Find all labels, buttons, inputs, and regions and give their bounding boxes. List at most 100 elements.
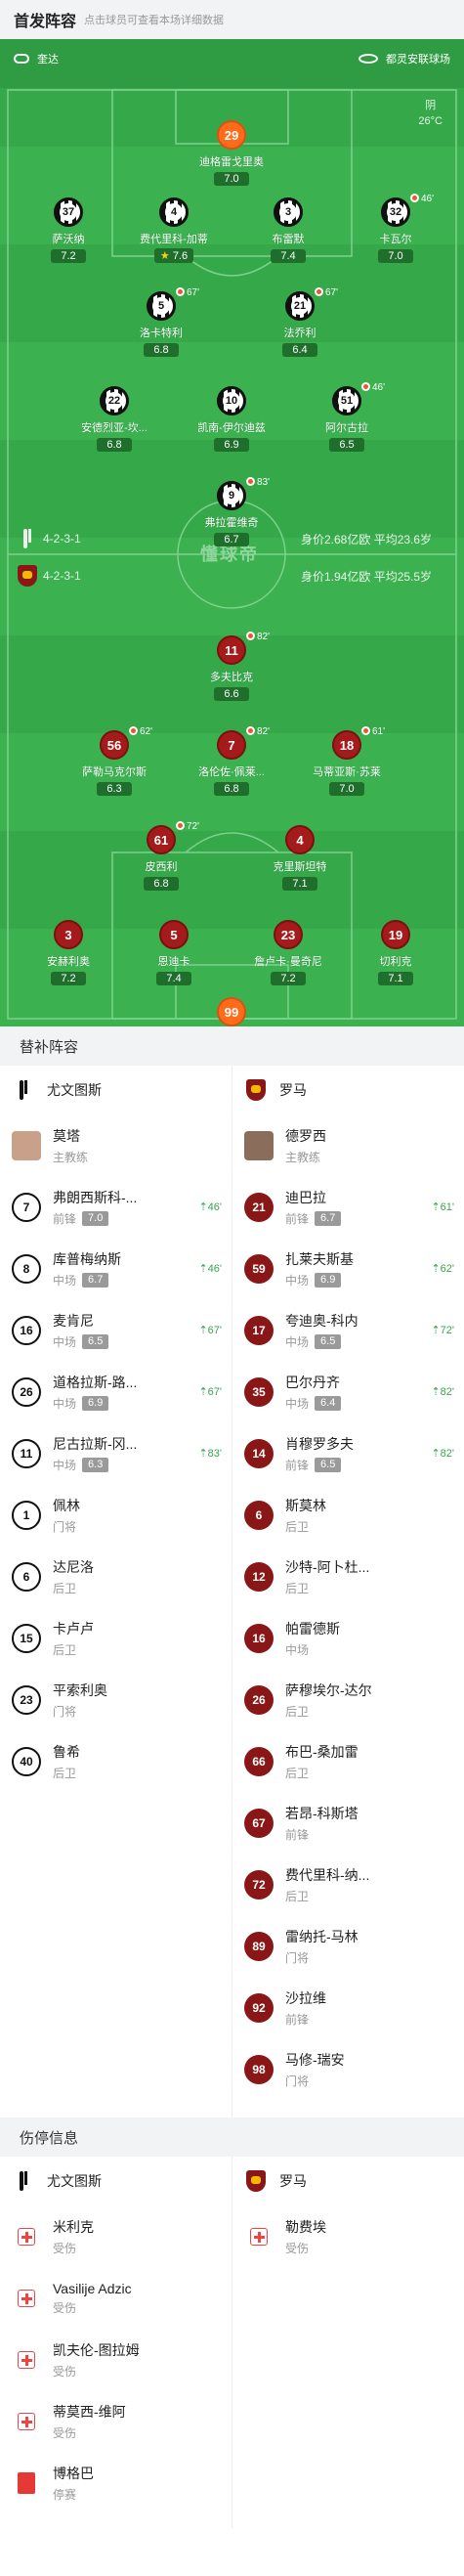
player-position: 中场: [53, 1396, 77, 1411]
player-away[interactable]: 19 切利克 7.1: [342, 920, 449, 986]
shirt-number: 22: [100, 386, 129, 415]
shirt-number: 59: [244, 1253, 274, 1284]
player-home[interactable]: 5 洛卡特利 6.8 67': [107, 287, 215, 358]
player-rating: 6.5: [82, 1333, 109, 1349]
section-title: 首发阵容: [14, 14, 77, 30]
shirt-number: 12: [244, 1561, 274, 1592]
sub-player[interactable]: 98 马修-瑞安 门将: [232, 2038, 464, 2100]
player-rating: 6.8: [214, 782, 249, 796]
shirt-number: 26: [12, 1376, 41, 1407]
player-rating: 6.3: [97, 782, 132, 796]
player-home[interactable]: 3 布雷默 7.4: [234, 197, 342, 264]
player-name: 沙特-阿卜杜...: [285, 1558, 370, 1575]
player-home[interactable]: 10 凯南-伊尔迪兹 6.9: [178, 386, 285, 453]
player-home[interactable]: 32 卡瓦尔 7.0 46': [342, 194, 449, 264]
player-position: 后卫: [53, 1581, 77, 1595]
shirt-number: 72: [244, 1869, 274, 1899]
sub-player[interactable]: 6 达尼洛 后卫: [0, 1546, 232, 1607]
sub-player[interactable]: 16 麦肯尼 中场 6.5 ⇡67': [0, 1299, 232, 1361]
player-position: 中场: [53, 1334, 77, 1349]
player-name: 布雷默: [272, 234, 305, 245]
injured-player[interactable]: 博格巴 停赛: [0, 2452, 232, 2513]
player-name: 卡卢卢: [53, 1620, 94, 1637]
injured-player[interactable]: 勒费埃 受伤: [232, 2205, 464, 2267]
sub-player[interactable]: 6 斯莫林 后卫: [232, 1484, 464, 1546]
player-name: 帕雷德斯: [285, 1620, 340, 1637]
sub-player[interactable]: 26 萨穆埃尔-达尔 后卫: [232, 1669, 464, 1730]
sub-player[interactable]: 12 沙特-阿卜杜... 后卫: [232, 1546, 464, 1607]
away-coach[interactable]: 德罗西 主教练: [232, 1114, 464, 1176]
player-away[interactable]: 56 萨勒马克尔斯 6.3 62': [61, 726, 168, 797]
sub-off-icon: 83': [246, 477, 270, 488]
player-rating: 7.0: [214, 172, 249, 186]
injured-player[interactable]: Vasilije Adzic 受伤: [0, 2267, 232, 2329]
player-name: 法乔利: [283, 327, 316, 339]
player-home[interactable]: 37 萨沃纳 7.2: [15, 197, 122, 264]
player-home[interactable]: 4 费代里科-加蒂 ★ 7.6: [120, 197, 228, 264]
player-away[interactable]: 4 克里斯坦特 7.1: [246, 825, 354, 892]
sub-player[interactable]: 8 库普梅纳斯 中场 6.7 ⇡46': [0, 1238, 232, 1299]
home-team-row: 4-2-3-1 身价2.68亿欧 平均23.6岁: [18, 528, 432, 549]
injury-icon: [18, 2289, 35, 2307]
sub-off-icon: 82': [246, 632, 270, 642]
sub-player[interactable]: 59 扎莱夫斯基 中场 6.9 ⇡62': [232, 1238, 464, 1299]
sub-off-icon: 46': [410, 194, 434, 204]
shirt-number: 35: [244, 1376, 274, 1407]
away-injuries: 罗马 勒费埃 受伤: [232, 2157, 464, 2267]
shirt-number: 17: [244, 1315, 274, 1345]
sub-player[interactable]: 11 尼古拉斯-冈... 中场 6.3 ⇡83': [0, 1422, 232, 1484]
player-name: 马蒂亚斯·苏莱: [313, 766, 381, 778]
sub-player[interactable]: 16 帕雷德斯 中场: [232, 1607, 464, 1669]
player-away[interactable]: 61 皮西利 6.8 72': [107, 821, 215, 892]
venue: 都灵安联球场: [359, 51, 450, 66]
player-home[interactable]: 51 阿尔古拉 6.5 46': [293, 382, 401, 453]
player-rating: 6.9: [214, 438, 249, 452]
sub-player[interactable]: 1 佩林 门将: [0, 1484, 232, 1546]
sub-player[interactable]: 67 若昂-科斯塔 前锋: [232, 1792, 464, 1854]
sub-player[interactable]: 23 平索利奥 门将: [0, 1669, 232, 1730]
player-name: 费代里科-加蒂: [140, 234, 208, 245]
sub-on-icon: ⇡83': [198, 1448, 222, 1460]
player-name: 马修-瑞安: [285, 2051, 345, 2068]
player-name: 安德烈亚-坎...: [81, 422, 148, 434]
player-rating: 7.1: [378, 972, 413, 985]
sub-player[interactable]: 21 迪巴拉 前锋 6.7 ⇡61': [232, 1176, 464, 1238]
injury-status: 受伤: [53, 2300, 77, 2315]
player-home[interactable]: 22 安德烈亚-坎... 6.8: [61, 386, 168, 453]
sub-player[interactable]: 89 雷纳托-马林 门将: [232, 1915, 464, 1977]
player-away[interactable]: 11 多夫比克 6.6 82': [178, 632, 285, 702]
sub-player[interactable]: 14 肖穆罗多夫 前锋 6.5 ⇡82': [232, 1422, 464, 1484]
player-home[interactable]: 29 迪格雷戈里奥 7.0: [178, 120, 285, 187]
injured-player[interactable]: 米利克 受伤: [0, 2205, 232, 2267]
player-position: 后卫: [53, 1766, 77, 1780]
sub-player[interactable]: 15 卡卢卢 后卫: [0, 1607, 232, 1669]
sub-player[interactable]: 66 布巴-桑加雷 后卫: [232, 1730, 464, 1792]
player-home[interactable]: 21 法乔利 6.4 67': [246, 287, 354, 358]
injured-player[interactable]: 蒂莫西-维阿 受伤: [0, 2390, 232, 2452]
sub-player[interactable]: 92 沙拉维 前锋: [232, 1977, 464, 2038]
shirt-number: 98: [244, 2054, 274, 2084]
sub-player[interactable]: 35 巴尔丹齐 中场 6.4 ⇡82': [232, 1361, 464, 1422]
player-home[interactable]: 9 弗拉霍维奇 6.7 83': [178, 477, 285, 547]
injury-status: 受伤: [285, 2241, 310, 2255]
sub-player[interactable]: 26 道格拉斯-路... 中场 6.9 ⇡67': [0, 1361, 232, 1422]
home-coach[interactable]: 莫塔 主教练: [0, 1114, 232, 1176]
player-away[interactable]: 5 恩迪卡 7.4: [120, 920, 228, 986]
sub-player[interactable]: 17 夸迪奥-科内 中场 6.5 ⇡72': [232, 1299, 464, 1361]
shirt-number: 21: [244, 1192, 274, 1222]
player-away[interactable]: 23 詹卢卡·曼奇尼 7.2: [234, 920, 342, 986]
player-away[interactable]: 18 马蒂亚斯·苏莱 7.0 61': [293, 726, 401, 797]
injured-player[interactable]: 凯夫伦-图拉姆 受伤: [0, 2329, 232, 2390]
sub-player[interactable]: 72 费代里科-纳... 后卫: [232, 1854, 464, 1915]
juventus-logo: [14, 1079, 33, 1101]
home-injuries: 尤文图斯 米利克 受伤 Vasilije Adzic 受伤 凯夫伦-图拉姆 受伤 蒂莫西-维…: [0, 2157, 232, 2513]
sub-player[interactable]: 40 鲁希 后卫: [0, 1730, 232, 1792]
sub-off-icon: 82': [246, 726, 270, 737]
injury-status: 受伤: [53, 2425, 77, 2440]
sub-player[interactable]: 7 弗朗西斯科-... 前锋 7.0 ⇡46': [0, 1176, 232, 1238]
player-away[interactable]: 7 洛伦佐·佩莱... 6.8 82': [178, 726, 285, 797]
player-position: 后卫: [285, 1889, 310, 1903]
player-away[interactable]: 3 安赫利奥 7.2: [15, 920, 122, 986]
sub-off-icon: 61': [361, 726, 385, 737]
home-subs: 尤文图斯 莫塔 主教练 7 弗朗西斯科-... 前锋 7.0 ⇡46' 8 库普梅纳斯 中场 6.…: [0, 1066, 232, 1792]
